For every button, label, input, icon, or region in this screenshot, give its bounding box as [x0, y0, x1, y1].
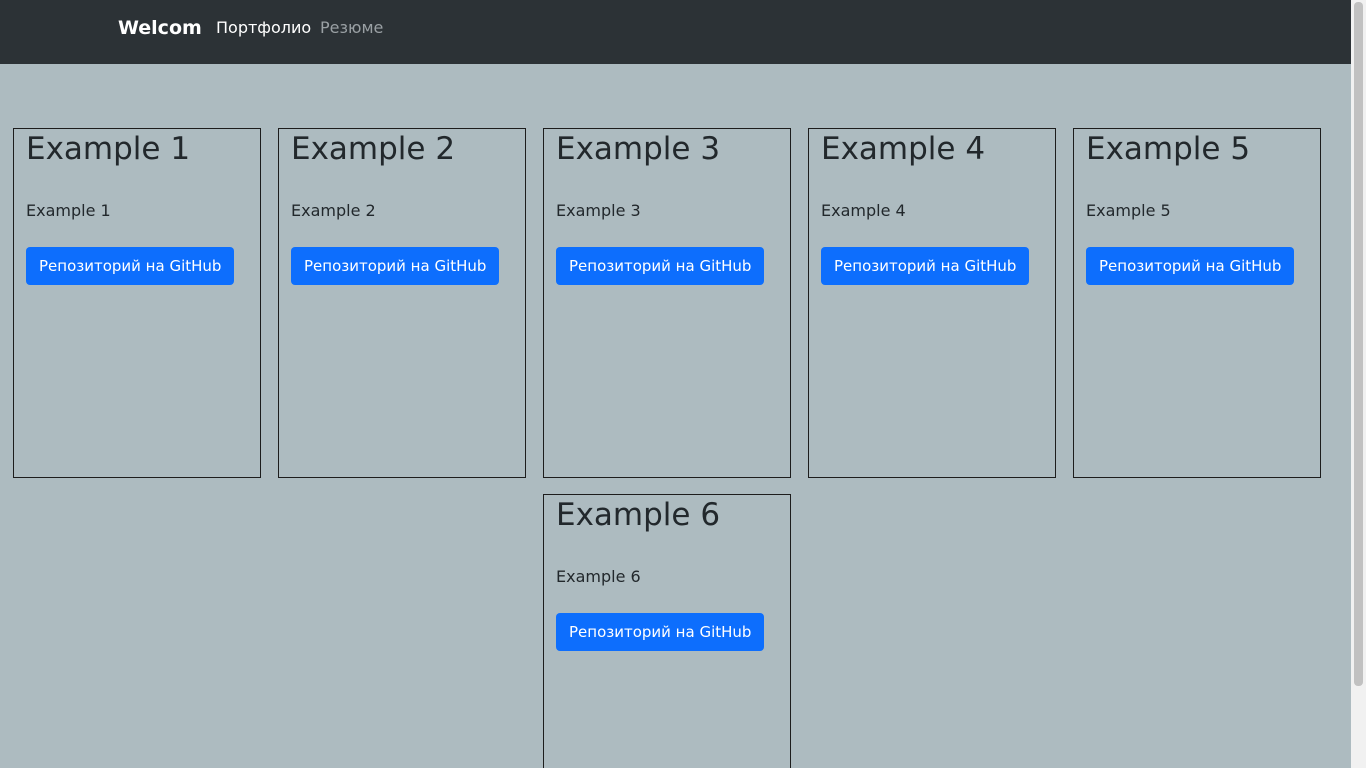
scrollbar-thumb[interactable]: [1354, 2, 1363, 686]
github-repo-button[interactable]: Репозиторий на GitHub: [556, 247, 765, 285]
github-repo-button[interactable]: Репозиторий на GitHub: [1086, 247, 1295, 285]
card-title: Example 2: [291, 131, 456, 167]
project-card-3: Example 3 Example 3 Репозиторий на GitHu…: [543, 128, 791, 478]
card-text: Example 1: [26, 201, 111, 220]
github-repo-button[interactable]: Репозиторий на GitHub: [821, 247, 1030, 285]
project-card-4: Example 4 Example 4 Репозиторий на GitHu…: [808, 128, 1056, 478]
nav-link-portfolio[interactable]: Портфолио: [216, 18, 311, 38]
card-text: Example 4: [821, 201, 906, 220]
project-card-5: Example 5 Example 5 Репозиторий на GitHu…: [1073, 128, 1321, 478]
nav-link-resume[interactable]: Резюме: [320, 18, 383, 38]
card-title: Example 3: [556, 131, 721, 167]
project-card-6: Example 6 Example 6 Репозиторий на GitHu…: [543, 494, 791, 768]
project-card-2: Example 2 Example 2 Репозиторий на GitHu…: [278, 128, 526, 478]
github-repo-button[interactable]: Репозиторий на GitHub: [26, 247, 235, 285]
brand-link[interactable]: Welcom: [118, 16, 202, 40]
card-title: Example 5: [1086, 131, 1251, 167]
card-title: Example 6: [556, 497, 721, 533]
card-title: Example 4: [821, 131, 986, 167]
page-scrollbar[interactable]: [1351, 0, 1366, 768]
card-text: Example 6: [556, 567, 641, 586]
github-repo-button[interactable]: Репозиторий на GitHub: [556, 613, 765, 651]
project-card-1: Example 1 Example 1 Репозиторий на GitHu…: [13, 128, 261, 478]
github-repo-button[interactable]: Репозиторий на GitHub: [291, 247, 500, 285]
card-title: Example 1: [26, 131, 191, 167]
card-text: Example 5: [1086, 201, 1171, 220]
top-navbar: Welcom Портфолио Резюме: [0, 0, 1351, 64]
card-text: Example 3: [556, 201, 641, 220]
card-text: Example 2: [291, 201, 376, 220]
